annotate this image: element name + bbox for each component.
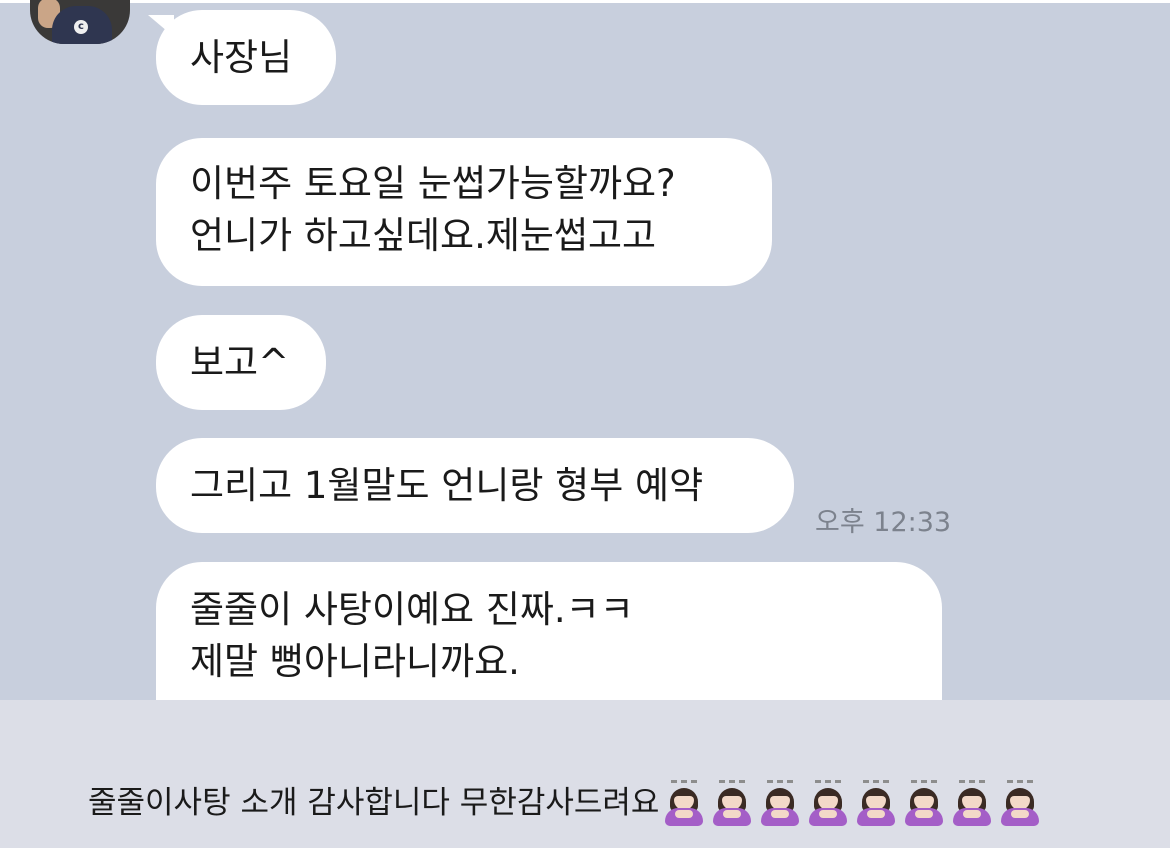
message-text: 사장님	[190, 36, 293, 79]
message-text: 그리고 1월말도 언니랑 형부 예약	[190, 464, 704, 507]
message-text: 보고^	[190, 341, 290, 384]
caption: 줄줄이사탕 소개 감사합니다 무한감사드려요	[88, 778, 1045, 828]
message-text: 제말 뻥아니라니까요.	[190, 640, 520, 683]
person-bowing-icon	[949, 780, 995, 826]
person-bowing-icon	[661, 780, 707, 826]
top-divider	[0, 0, 1170, 3]
message-text: 줄줄이 사탕이예요 진짜.ㅋㅋ	[190, 588, 634, 631]
message-text: 언니가 하고싶데요.제눈썹고고	[190, 214, 657, 257]
message-bubble[interactable]: 줄줄이 사탕이예요 진짜.ㅋㅋ 제말 뻥아니라니까요.	[156, 562, 942, 700]
message-bubble[interactable]: 사장님	[156, 10, 336, 105]
person-bowing-icon	[997, 780, 1043, 826]
person-bowing-icon	[853, 780, 899, 826]
person-bowing-icon	[709, 780, 755, 826]
sender-avatar[interactable]: c	[30, 0, 130, 44]
message-bubble[interactable]: 이번주 토요일 눈썹가능할까요? 언니가 하고싶데요.제눈썹고고	[156, 138, 772, 286]
message-bubble[interactable]: 그리고 1월말도 언니랑 형부 예약	[156, 438, 794, 533]
person-bowing-icon	[805, 780, 851, 826]
message-text: 이번주 토요일 눈썹가능할까요?	[190, 162, 676, 205]
person-bowing-icon	[901, 780, 947, 826]
avatar-logo-icon: c	[74, 20, 88, 34]
chat-area[interactable]: c 사장님 이번주 토요일 눈썹가능할까요? 언니가 하고싶데요.제눈썹고고 보…	[0, 0, 1170, 700]
person-bowing-icon	[757, 780, 803, 826]
caption-text: 줄줄이사탕 소개 감사합니다 무한감사드려요	[88, 785, 660, 821]
bowing-emoji-row	[661, 780, 1045, 826]
message-bubble[interactable]: 보고^	[156, 315, 326, 410]
message-timestamp: 오후 12:33	[815, 507, 952, 538]
